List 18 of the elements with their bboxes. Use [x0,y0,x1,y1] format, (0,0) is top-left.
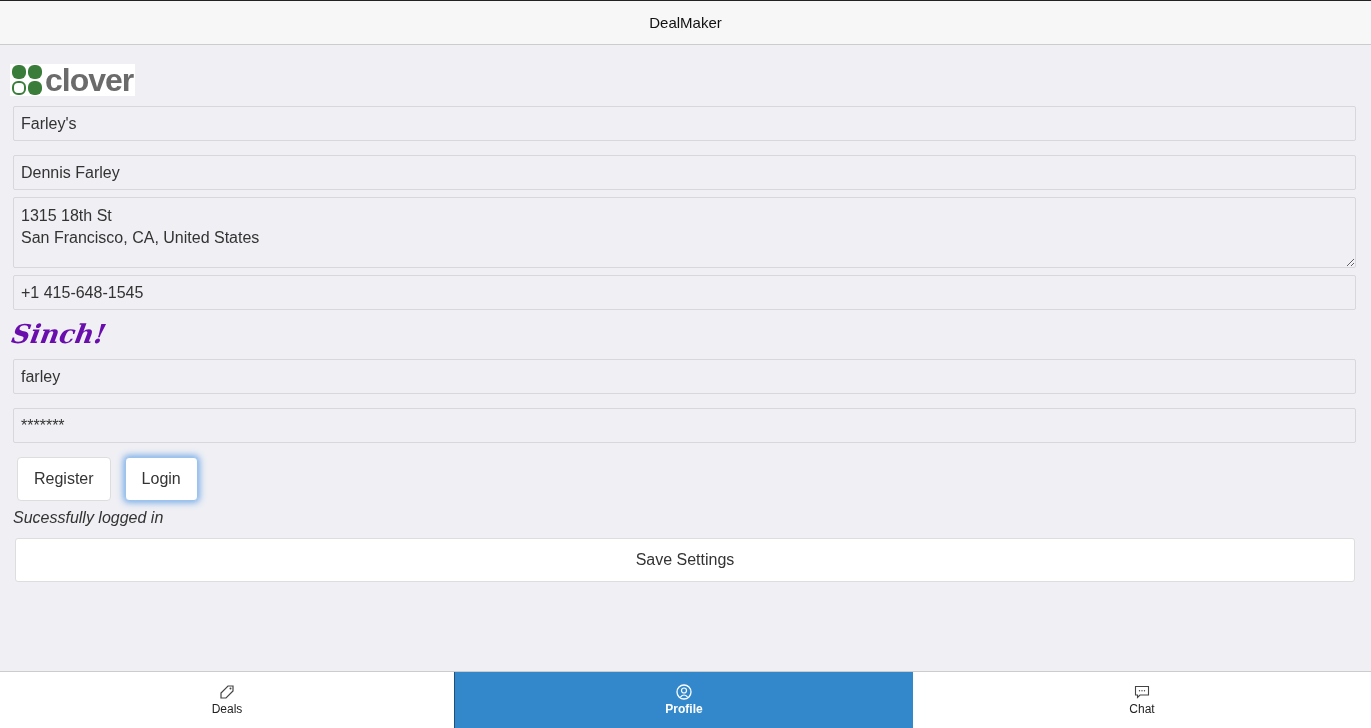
register-button[interactable]: Register [17,457,111,501]
input-field[interactable]: Dennis Farley [13,155,1356,190]
clover-logo: clover [10,64,136,96]
sinch-logo: Sinch! [9,319,109,349]
input-field[interactable]: farley [13,359,1356,394]
input-field[interactable]: Farley's [13,106,1356,141]
clover-icon [12,65,42,95]
tab[interactable]: Profile [454,672,913,728]
save-settings-button[interactable]: Save Settings [15,538,1355,582]
chat-icon [1134,684,1150,700]
address-field[interactable]: 1315 18th St San Francisco, CA, United States [13,197,1356,268]
title-bar: DealMaker [0,1,1371,45]
status-message: Sucessfully logged in [13,509,165,527]
input-field[interactable]: ******* [13,408,1356,443]
tag-icon [219,684,235,700]
input-field[interactable]: +1 415-648-1545 [13,275,1356,310]
login-button[interactable]: Login [124,457,198,501]
profile-icon [676,684,692,700]
